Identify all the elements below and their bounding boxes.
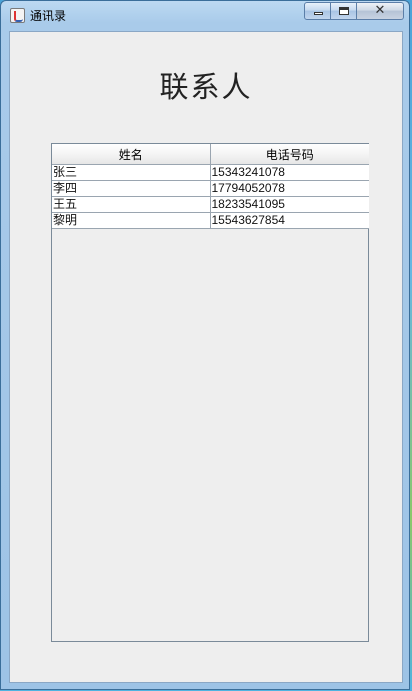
cell-phone[interactable]: 15543627854 bbox=[210, 212, 369, 229]
caption-buttons: ✕ bbox=[304, 2, 404, 21]
table-row[interactable]: 王五 18233541095 bbox=[52, 196, 369, 213]
column-header-phone[interactable]: 电话号码 bbox=[210, 144, 369, 165]
cell-name[interactable]: 张三 bbox=[52, 164, 211, 181]
page-title: 联系人 bbox=[159, 70, 253, 104]
window-title: 通讯录 bbox=[30, 9, 67, 23]
cell-name[interactable]: 黎明 bbox=[52, 212, 211, 229]
content-panel: 联系人 姓名 电话号码 张三 15343241078 李四 1779405207… bbox=[9, 31, 403, 683]
table-row[interactable]: 张三 15343241078 bbox=[52, 164, 369, 181]
close-button[interactable]: ✕ bbox=[357, 2, 404, 20]
minimize-icon bbox=[314, 12, 323, 15]
column-header-name[interactable]: 姓名 bbox=[52, 144, 211, 165]
cell-phone[interactable]: 18233541095 bbox=[210, 196, 369, 213]
app-window: 通讯录 ✕ 联系人 姓名 电话号码 张三 15343241078 李四 1779… bbox=[0, 0, 410, 690]
java-app-icon[interactable] bbox=[10, 8, 25, 23]
maximize-icon bbox=[339, 7, 349, 15]
table-row[interactable]: 李四 17794052078 bbox=[52, 180, 369, 197]
cell-phone[interactable]: 15343241078 bbox=[210, 164, 369, 181]
cell-name[interactable]: 王五 bbox=[52, 196, 211, 213]
cell-name[interactable]: 李四 bbox=[52, 180, 211, 197]
cell-phone[interactable]: 17794052078 bbox=[210, 180, 369, 197]
maximize-button[interactable] bbox=[331, 2, 357, 20]
table-row[interactable]: 黎明 15543627854 bbox=[52, 212, 369, 229]
contacts-table-scrollpane[interactable]: 姓名 电话号码 张三 15343241078 李四 17794052078 王五 bbox=[51, 143, 369, 642]
contacts-table: 姓名 电话号码 张三 15343241078 李四 17794052078 王五 bbox=[52, 144, 369, 229]
minimize-button[interactable] bbox=[304, 2, 331, 20]
table-header-row: 姓名 电话号码 bbox=[52, 144, 369, 165]
title-bar[interactable]: 通讯录 ✕ bbox=[1, 1, 409, 29]
close-icon: ✕ bbox=[374, 3, 386, 18]
